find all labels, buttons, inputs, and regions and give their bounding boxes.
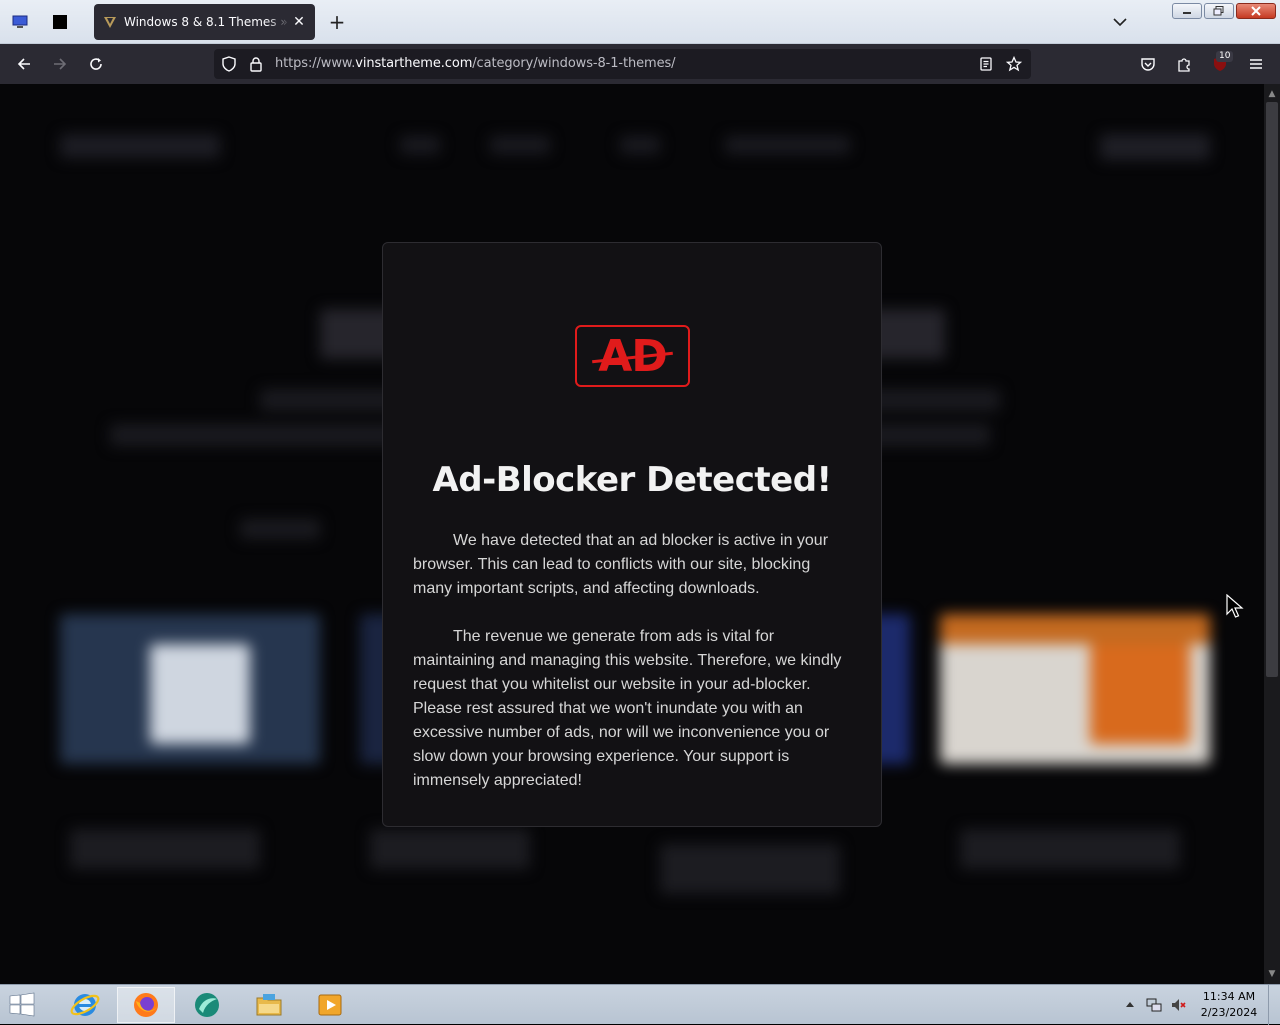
scroll-down-arrow-icon[interactable]: ▼ [1264,966,1280,982]
back-button[interactable] [12,52,36,76]
url-prefix: https://www. [275,56,356,71]
taskbar-firefox[interactable] [117,987,175,1023]
file-explorer-icon [256,994,282,1016]
spark-icon [195,993,219,1017]
tab-title: Windows 8 & 8.1 Themes » VINSTARTHEME [124,15,291,29]
internet-explorer-icon [70,994,100,1016]
chevron-down-icon [1113,18,1127,27]
close-window-button[interactable] [1236,3,1276,19]
pocket-icon [1141,58,1155,71]
tab-close-button[interactable]: ✕ [291,14,307,30]
bookmark-star-icon[interactable] [1006,56,1022,72]
show-hidden-icons-button[interactable] [1122,997,1138,1013]
arrow-right-icon [54,58,67,70]
navigation-toolbar: https://www.vinstartheme.com/category/wi… [0,44,1280,84]
firefox-icon [134,993,158,1017]
pinned-terminal-icon[interactable] [46,8,74,36]
hamburger-menu-icon [1250,59,1262,69]
restore-button[interactable] [1204,3,1234,19]
network-tray-icon[interactable] [1146,997,1162,1013]
windows-logo-icon [9,992,35,1017]
adblock-detected-modal: AD Ad-Blocker Detected! We have detected… [382,242,882,827]
url-host: vinstartheme.com [355,56,473,71]
reload-button[interactable] [84,52,108,76]
triangle-up-icon [1126,1002,1134,1007]
mouse-cursor-icon [1226,594,1244,618]
tracking-protection-shield-icon[interactable] [221,56,237,72]
modal-paragraph-2: The revenue we generate from ads is vita… [413,628,842,789]
taskbar: 11:34 AM 2/23/2024 [0,984,1280,1025]
tab-active[interactable]: Windows 8 & 8.1 Themes » VINSTARTHEME ✕ [94,4,315,40]
puzzle-piece-icon [1178,58,1190,72]
show-desktop-button[interactable] [1268,985,1280,1025]
taskbar-media-player[interactable] [301,987,359,1023]
app-menu-button[interactable] [1244,52,1268,76]
page-viewport: AD Ad-Blocker Detected! We have detected… [0,84,1264,984]
window-controls [1172,3,1276,19]
extensions-button[interactable] [1172,52,1196,76]
media-player-icon [318,994,342,1016]
list-all-tabs-button[interactable] [1108,10,1132,34]
pocket-button[interactable] [1136,52,1160,76]
volume-muted-tray-icon[interactable] [1170,997,1186,1013]
url-text[interactable]: https://www.vinstartheme.com/category/wi… [275,56,676,71]
forward-button[interactable] [48,52,72,76]
taskbar-clock[interactable]: 11:34 AM 2/23/2024 [1196,989,1262,1021]
ublock-blocked-count-badge: 10 [1216,51,1234,62]
address-bar[interactable]: https://www.vinstartheme.com/category/wi… [214,49,1031,79]
scrollbar-thumb[interactable] [1266,102,1278,677]
url-path: /category/windows-8-1-themes/ [472,56,676,71]
modal-title: Ad-Blocker Detected! [432,460,832,500]
start-button[interactable] [6,991,38,1019]
taskbar-spark-app[interactable] [178,987,236,1023]
tab-strip: Windows 8 & 8.1 Themes » VINSTARTHEME ✕ … [0,0,1280,44]
clock-time: 11:34 AM [1202,990,1256,1003]
new-tab-button[interactable]: + [325,10,349,34]
lock-icon[interactable] [248,56,264,72]
reload-icon [90,58,102,70]
modal-paragraph-1: We have detected that an ad blocker is a… [413,532,829,597]
site-favicon-icon [104,17,116,28]
ad-blocked-logo: AD [575,325,690,387]
taskbar-file-explorer[interactable] [240,987,298,1023]
scroll-up-arrow-icon[interactable]: ▲ [1264,86,1280,102]
taskbar-internet-explorer[interactable] [56,987,114,1023]
arrow-left-icon [17,58,30,70]
pinned-desktop-icon[interactable] [6,8,34,36]
minimize-button[interactable] [1172,3,1202,19]
reader-view-icon[interactable] [978,56,994,72]
clock-date: 2/23/2024 [1200,1006,1258,1019]
